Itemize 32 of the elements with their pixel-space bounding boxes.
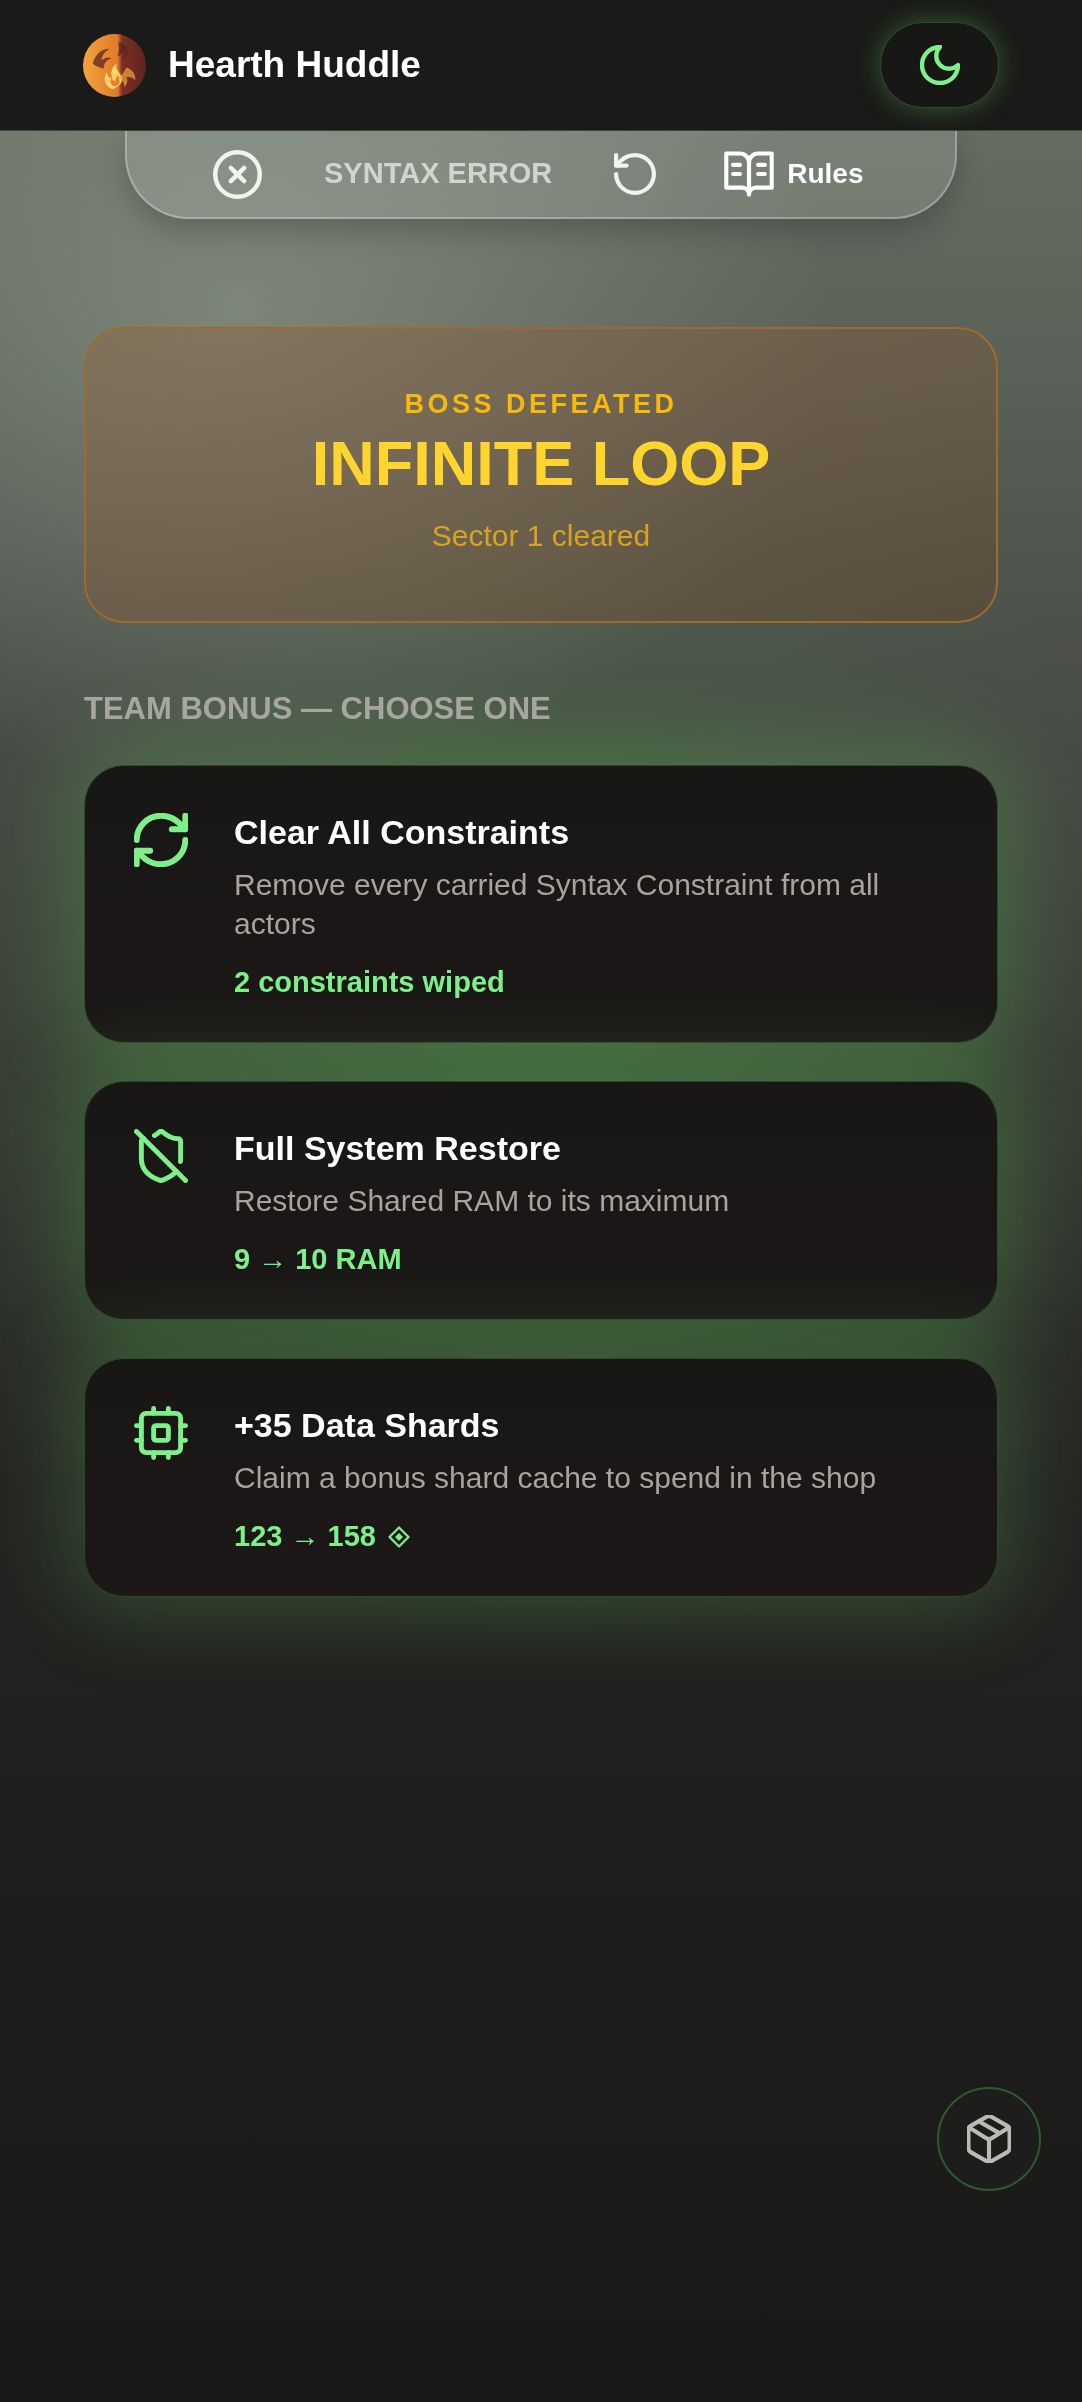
rotate-left-icon [614, 153, 657, 195]
book-icon [724, 151, 775, 197]
bonus-option-card[interactable]: Clear All Constraints Remove every carried Syntax Constraint from all actors 2 constraints wiped [84, 765, 998, 1044]
undo-button[interactable] [614, 153, 657, 195]
bonus-option-card[interactable]: Full System Restore Restore Shared RAM to its maximum 9 → 10 RAM [84, 1081, 998, 1321]
banner-subtitle: Sector 1 cleared [431, 517, 651, 554]
option-title: Clear All Constraints [234, 813, 571, 853]
chip-icon [134, 1406, 188, 1461]
diamond-icon [387, 1525, 410, 1548]
box-icon [967, 2115, 1011, 2163]
shield-off-icon [134, 1129, 188, 1184]
section-heading: TEAM BONUS — CHOOSE ONE [84, 690, 552, 728]
option-description: Remove every carried Syntax Constraint from all actors [234, 867, 881, 943]
option-description: Claim a bonus shard cache to spend in the shop [234, 1460, 877, 1497]
banner-eyebrow: BOSS DEFEATED [404, 388, 678, 421]
option-effect: 123 → 158 [234, 1519, 376, 1555]
option-description: Restore Shared RAM to its maximum [234, 1183, 730, 1220]
banner-title: INFINITE LOOP [311, 428, 771, 498]
moon-icon [919, 45, 960, 85]
rules-button[interactable]: Rules [724, 151, 864, 197]
option-effect: 2 constraints wiped [234, 965, 505, 1001]
bonus-option-card[interactable]: +35 Data Shards Claim a bonus shard cache to spend in the shop 123 → 158 [84, 1358, 998, 1598]
close-icon [213, 149, 262, 199]
option-title: +35 Data Shards [234, 1406, 501, 1446]
refresh-icon [134, 813, 188, 868]
option-effect: 9 → 10 RAM [234, 1242, 402, 1278]
close-button[interactable] [213, 149, 262, 199]
logo-icon [83, 33, 146, 97]
app-title: Hearth Huddle [168, 42, 421, 87]
option-title: Full System Restore [234, 1129, 562, 1169]
status-label: SYNTAX ERROR [324, 156, 553, 192]
theme-toggle-button[interactable] [880, 22, 999, 108]
